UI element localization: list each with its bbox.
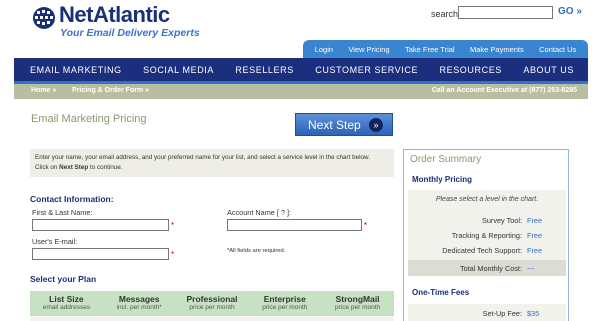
next-step-button[interactable]: Next Step »	[295, 113, 393, 136]
site-header: NetAtlantic Your Email Delivery Experts …	[0, 0, 600, 42]
utility-link-make-payments[interactable]: Make Payments	[470, 45, 524, 54]
summary-row-value: Free	[527, 246, 543, 255]
order-summary-title: Order Summary	[410, 154, 482, 165]
column-header-messages: Messages incl. per month*	[103, 291, 176, 316]
total-monthly-cost-row: Total Monthly Cost: ---	[408, 260, 566, 276]
double-chevron-right-icon: »	[369, 118, 383, 132]
column-header-list-size: List Size email addresses	[30, 291, 103, 316]
column-subtitle: price per month	[262, 304, 308, 311]
utility-nav: Login View Pricing Take Free Trial Make …	[303, 40, 588, 58]
main-nav: EMAIL MARKETING SOCIAL MEDIA RESELLERS C…	[14, 58, 588, 84]
setup-fee-row: Set-Up Fee: $35	[408, 304, 566, 321]
search-input[interactable]	[458, 6, 553, 19]
order-summary-panel: Order Summary Monthly Pricing Please sel…	[403, 149, 569, 321]
column-header-enterprise: Enterprise price per month	[248, 291, 321, 316]
contact-heading: Contact Information:	[30, 194, 114, 204]
breadcrumb-home-link[interactable]: Home »	[31, 87, 56, 94]
column-subtitle: price per month	[189, 304, 235, 311]
required-fields-note: *All fields are required.	[227, 248, 286, 254]
required-marker: *	[171, 221, 175, 230]
column-title: Messages	[118, 294, 160, 304]
column-subtitle: incl. per month*	[116, 304, 162, 311]
breadcrumb: Home » Pricing & Order Form » Call an Ac…	[14, 84, 588, 99]
utility-link-view-pricing[interactable]: View Pricing	[348, 45, 389, 54]
required-marker: *	[364, 221, 368, 230]
page-title: Email Marketing Pricing	[31, 113, 147, 125]
instructions-line-1: Enter your name, your email address, and…	[35, 154, 370, 161]
utility-link-login[interactable]: Login	[315, 45, 333, 54]
nav-item-resources[interactable]: RESOURCES	[440, 65, 502, 75]
plan-heading: Select your Plan	[30, 274, 97, 284]
nav-item-email-marketing[interactable]: EMAIL MARKETING	[30, 65, 122, 75]
plan-table-row[interactable]	[30, 317, 394, 321]
setup-fee-value: $35	[527, 309, 540, 318]
summary-row-value: Free	[527, 216, 543, 225]
select-level-hint: Please select a level in the chart.	[435, 196, 539, 203]
account-name-input[interactable]	[227, 219, 362, 231]
summary-row-label: Dedicated Tech Support:	[442, 246, 522, 255]
user-email-label: User's E-mail:	[32, 237, 78, 246]
monthly-pricing-heading: Monthly Pricing	[412, 175, 472, 184]
total-monthly-cost-value: ---	[527, 264, 535, 273]
user-email-input[interactable]	[32, 248, 169, 260]
column-subtitle: price per month	[335, 304, 381, 311]
summary-row-label: Survey Tool:	[481, 216, 522, 225]
utility-link-free-trial[interactable]: Take Free Trial	[405, 45, 455, 54]
column-header-strongmail: StrongMail price per month	[321, 291, 394, 316]
search-go-button[interactable]: GO »	[558, 6, 582, 17]
summary-row-label: Tracking & Reporting:	[451, 231, 522, 240]
column-title: List Size	[49, 294, 84, 304]
next-step-label: Next Step	[308, 117, 361, 132]
logo-wordmark[interactable]: NetAtlantic	[59, 2, 170, 28]
globe-logo-icon[interactable]	[32, 6, 56, 30]
utility-link-contact-us[interactable]: Contact Us	[539, 45, 576, 54]
column-title: Professional	[186, 294, 238, 304]
nav-item-social-media[interactable]: SOCIAL MEDIA	[143, 65, 214, 75]
breadcrumb-current-page[interactable]: Pricing & Order Form »	[72, 87, 149, 94]
summary-row-value: Free	[527, 231, 543, 240]
nav-item-resellers[interactable]: RESELLERS	[235, 65, 293, 75]
nav-item-customer-service[interactable]: CUSTOMER SERVICE	[315, 65, 418, 75]
column-subtitle: email addresses	[42, 304, 91, 311]
column-title: StrongMail	[335, 294, 380, 304]
account-name-label: Account Name [ ? ]:	[227, 208, 292, 217]
instructions-prefix: Click on	[35, 164, 60, 171]
instructions-box: Enter your name, your email address, and…	[30, 149, 394, 177]
instructions-suffix: to continue.	[88, 164, 123, 171]
first-last-name-label: First & Last Name:	[32, 208, 93, 217]
search-label: search:	[431, 9, 461, 19]
total-monthly-cost-label: Total Monthly Cost:	[459, 264, 522, 273]
column-title: Enterprise	[263, 294, 306, 304]
sales-phone-text: Call an Account Executive at (877) 263-8…	[431, 87, 577, 94]
logo-tagline: Your Email Delivery Experts	[60, 27, 200, 39]
instructions-line-2: Click on Next Step to continue.	[35, 163, 389, 173]
setup-fee-label: Set-Up Fee:	[482, 309, 522, 318]
required-marker: *	[171, 250, 175, 259]
plan-table-header: List Size email addresses Messages incl. p…	[30, 291, 394, 316]
instructions-next-step-emphasis: Next Step	[59, 164, 89, 171]
one-time-fees-heading: One-Time Fees	[412, 288, 470, 297]
first-last-name-input[interactable]	[32, 219, 169, 231]
nav-item-about-us[interactable]: ABOUT US	[523, 65, 574, 75]
column-header-professional: Professional price per month	[176, 291, 249, 316]
